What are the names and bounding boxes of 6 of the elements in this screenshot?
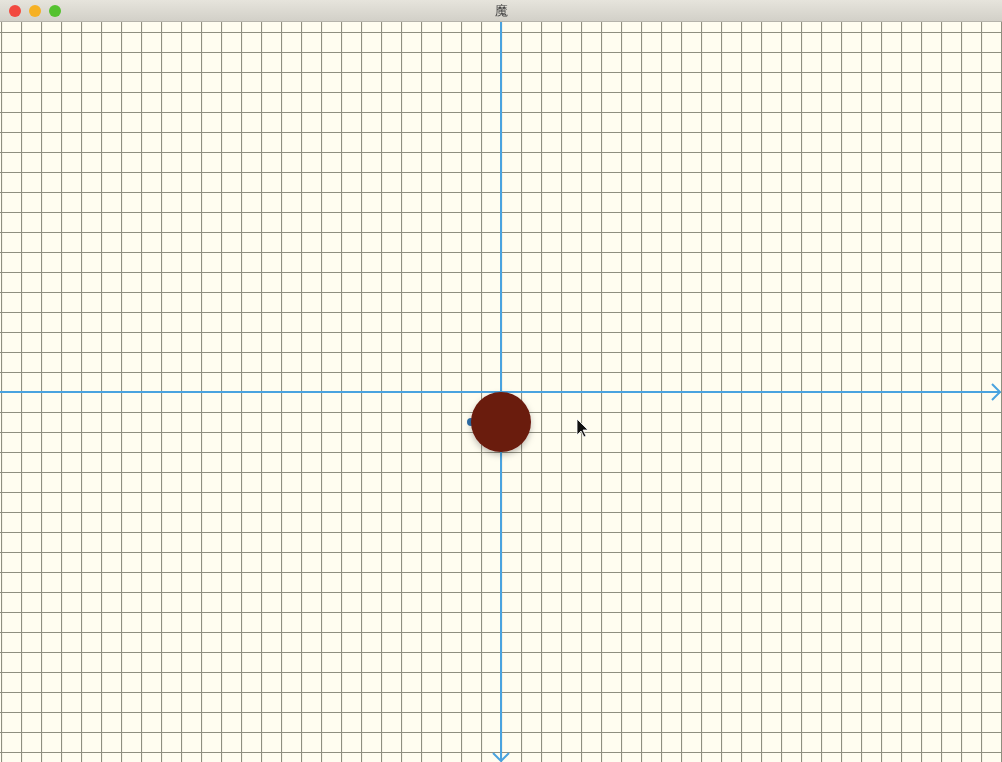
- pointer-icon: [576, 418, 589, 438]
- zoom-button[interactable]: [49, 5, 61, 17]
- window-title: 魔: [494, 1, 508, 20]
- minimize-button[interactable]: [29, 5, 41, 17]
- close-button[interactable]: [9, 5, 21, 17]
- ball[interactable]: [471, 392, 531, 452]
